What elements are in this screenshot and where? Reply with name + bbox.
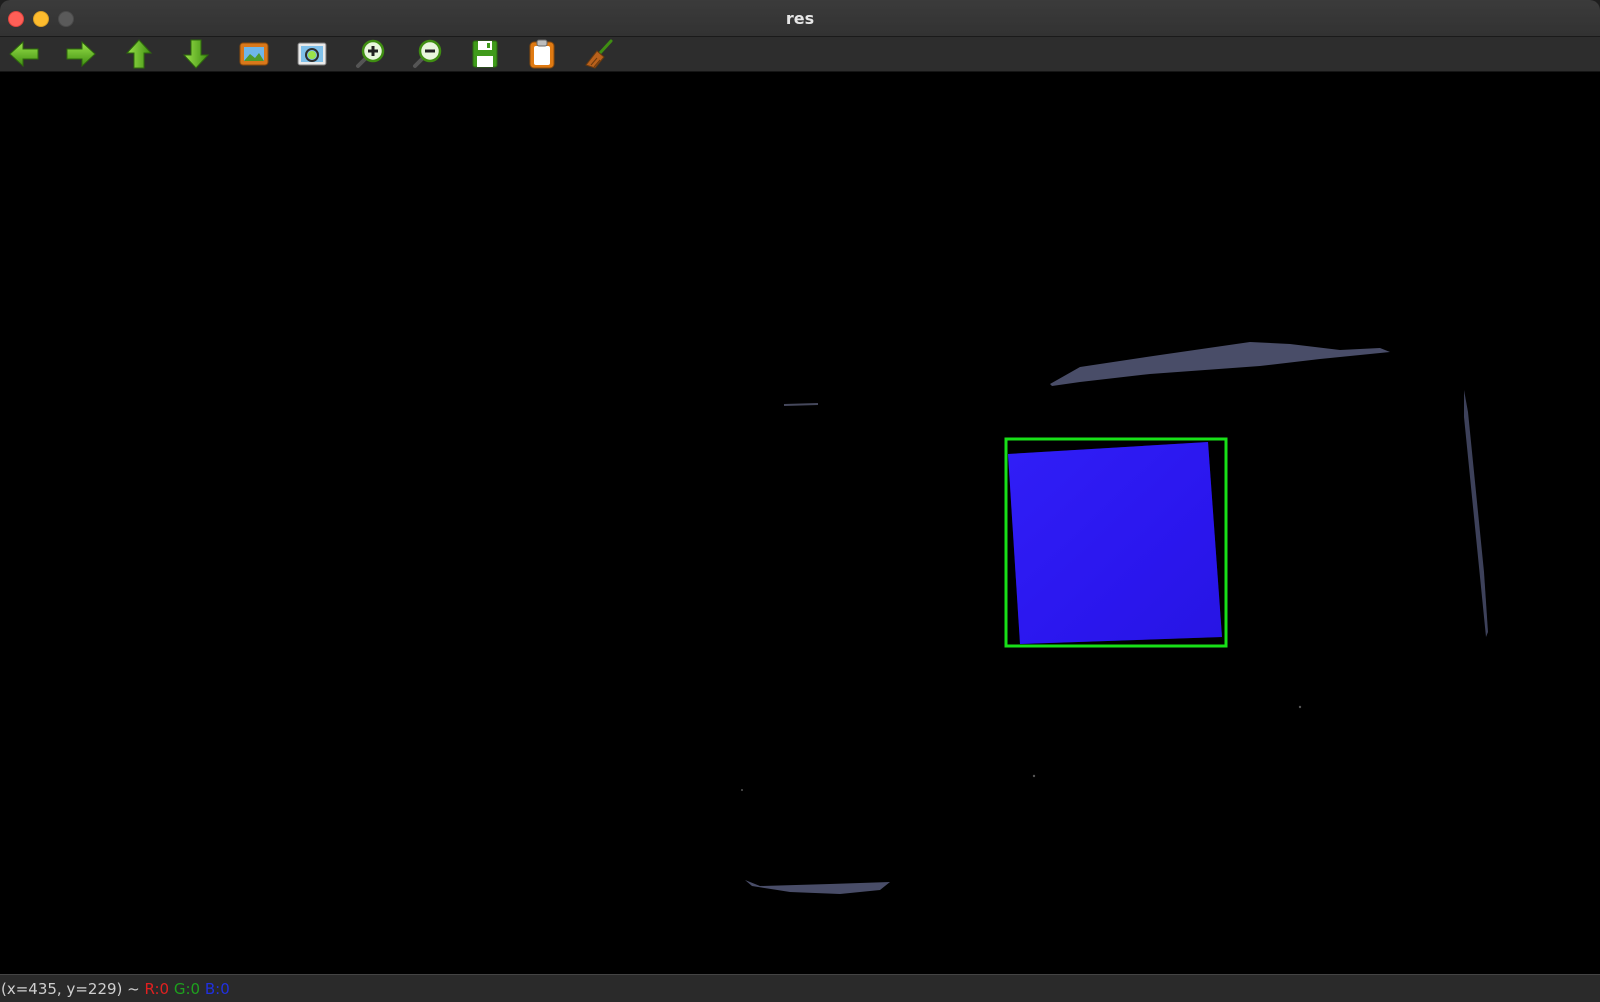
toolbar: [0, 37, 1600, 72]
original-size-button[interactable]: [236, 38, 272, 70]
save-icon: [472, 40, 498, 68]
zoom-in-icon: [356, 39, 385, 68]
detected-region-shading: [1008, 442, 1222, 644]
noise-streak-bottom: [745, 880, 890, 894]
noise-speck: [1298, 705, 1302, 709]
properties-button[interactable]: [582, 38, 618, 70]
pan-up-button[interactable]: [121, 38, 157, 70]
zoom-fit-button[interactable]: [294, 38, 330, 70]
red-value: R:0: [144, 980, 170, 998]
noise-streak-top: [1050, 342, 1390, 386]
noise-edge-right: [1464, 390, 1488, 637]
arrow-left-icon: [9, 40, 39, 68]
green-value: G:0: [173, 980, 201, 998]
title-bar: res: [0, 0, 1600, 37]
pan-left-button[interactable]: [6, 38, 42, 70]
zoom-in-button[interactable]: [352, 38, 388, 70]
app-window: res (x=435, y=229) ~ R:0 G:0 B:0: [0, 0, 1600, 1002]
clipboard-icon: [529, 39, 555, 69]
image-icon: [239, 42, 269, 66]
image-canvas[interactable]: [0, 72, 1600, 974]
zoom-out-button[interactable]: [409, 38, 445, 70]
image-view: [741, 342, 1488, 894]
cursor-coordinates: (x=435, y=229) ~: [1, 980, 140, 998]
noise-speck: [741, 789, 743, 791]
noise-speck: [1032, 774, 1036, 778]
pan-right-button[interactable]: [63, 38, 99, 70]
zoom-fit-icon: [297, 42, 327, 66]
pixel-info: (x=435, y=229) ~ R:0 G:0 B:0: [1, 980, 230, 998]
pan-down-button[interactable]: [178, 38, 214, 70]
broom-icon: [585, 39, 613, 69]
zoom-out-icon: [413, 39, 442, 68]
status-bar: (x=435, y=229) ~ R:0 G:0 B:0: [0, 974, 1600, 1002]
arrow-down-icon: [182, 39, 210, 69]
blue-value: B:0: [204, 980, 230, 998]
window-title: res: [785, 9, 815, 28]
noise-speck: [783, 403, 819, 406]
copy-clipboard-button[interactable]: [524, 38, 560, 70]
arrow-right-icon: [66, 40, 96, 68]
save-button[interactable]: [467, 38, 503, 70]
arrow-up-icon: [125, 39, 153, 69]
